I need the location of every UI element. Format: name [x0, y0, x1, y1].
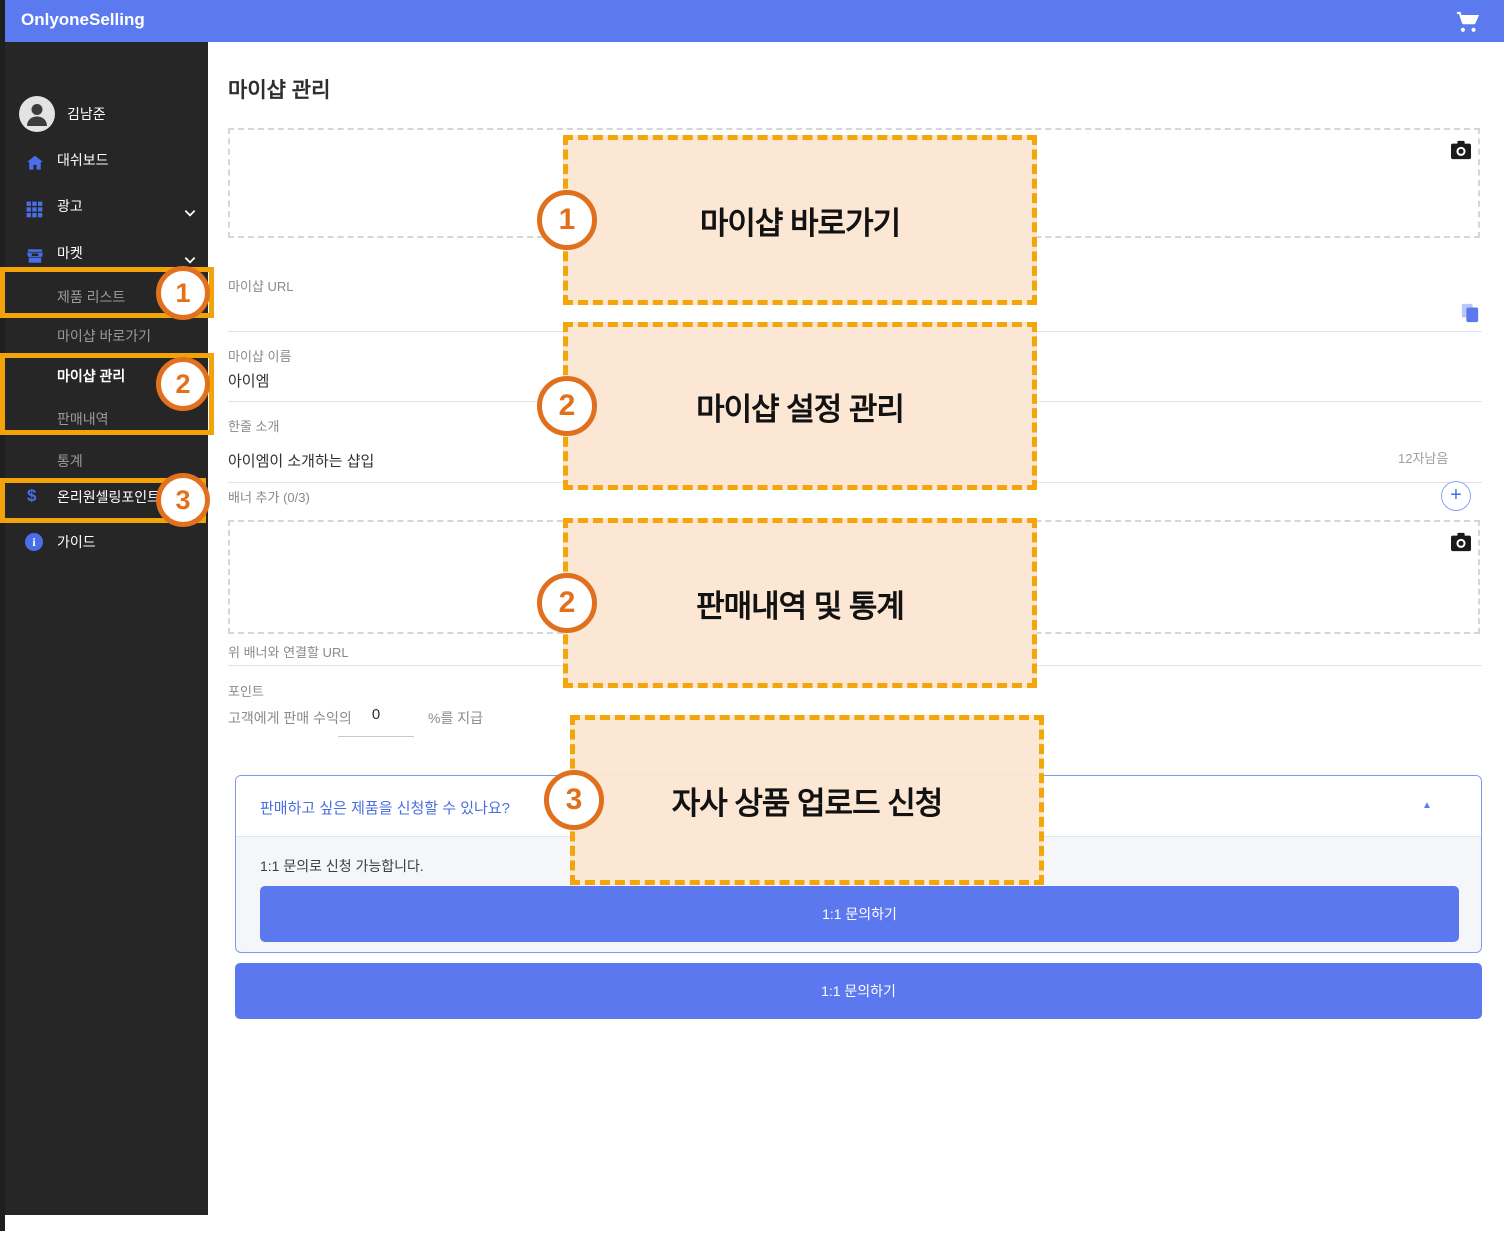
user-name: 김남준: [67, 104, 106, 124]
annotation-callout-number: 2: [537, 376, 597, 436]
page-title: 마이샵 관리: [228, 74, 330, 104]
top-header-bar: OnlyoneSelling: [5, 0, 1504, 42]
sidebar-item-label: 광고: [57, 188, 83, 224]
sidebar-user[interactable]: 김남준: [5, 94, 208, 134]
annotation-badge-3: 3: [156, 473, 210, 527]
faq-question: 판매하고 싶은 제품을 신청할 수 있나요?: [260, 797, 510, 818]
sidebar-item-label: 가이드: [57, 524, 96, 560]
point-label: 포인트: [228, 681, 264, 700]
annotation-callout-label: 마이샵 설정 관리: [696, 384, 904, 429]
grid-icon: [25, 196, 45, 216]
avatar: [19, 96, 55, 132]
store-icon: [25, 243, 45, 263]
camera-icon[interactable]: [1450, 140, 1472, 160]
shop-name-label: 마이샵 이름: [228, 346, 291, 365]
copy-icon[interactable]: [1460, 302, 1480, 324]
intro-input[interactable]: 아이엠이 소개하는 샵입: [228, 450, 374, 471]
input-underline: [338, 736, 414, 737]
annotation-callout-label: 판매내역 및 통계: [696, 581, 904, 626]
sidebar-item-dashboard[interactable]: 대쉬보드: [5, 142, 208, 178]
annotation-callout-2: 2 마이샵 설정 관리: [563, 322, 1037, 490]
annotation-callout-1: 1 마이샵 바로가기: [563, 135, 1037, 305]
banner-add-label: 배너 추가 (0/3): [228, 487, 310, 506]
cart-icon[interactable]: [1455, 8, 1481, 34]
info-icon: i: [25, 533, 43, 551]
chars-remaining: 12자남음: [1398, 448, 1448, 467]
sidebar-item-label: 마켓: [57, 235, 83, 271]
camera-icon[interactable]: [1450, 532, 1472, 552]
sidebar-item-guide[interactable]: i 가이드: [5, 524, 208, 560]
annotation-callout-4: 3 자사 상품 업로드 신청: [570, 715, 1044, 885]
chevron-down-icon: [183, 244, 197, 258]
annotation-badge-1: 1: [156, 266, 210, 320]
add-banner-button[interactable]: +: [1441, 481, 1471, 511]
shop-url-label: 마이샵 URL: [228, 276, 294, 295]
point-prefix-text: 고객에게 판매 수익의: [228, 708, 352, 728]
point-percent-input[interactable]: 0: [338, 706, 414, 723]
inquiry-button-bottom[interactable]: 1:1 문의하기: [235, 963, 1482, 1019]
caret-up-icon[interactable]: ▲: [1422, 800, 1432, 811]
annotation-callout-3: 2 판매내역 및 통계: [563, 518, 1037, 688]
shop-name-input[interactable]: 아이엠: [228, 370, 269, 391]
sidebar-item-myshop-shortcut[interactable]: 마이샵 바로가기: [5, 319, 208, 353]
sidebar-item-label: 대쉬보드: [57, 142, 109, 178]
intro-label: 한줄 소개: [228, 416, 279, 435]
faq-answer: 1:1 문의로 신청 가능합니다.: [260, 856, 424, 876]
brand-logo: OnlyoneSelling: [21, 10, 145, 30]
annotation-callout-number: 2: [537, 573, 597, 633]
app-window: OnlyoneSelling 김남준 대쉬보드 광고 마켓 제품 리스트: [0, 0, 1504, 1248]
annotation-callout-label: 자사 상품 업로드 신청: [672, 778, 943, 823]
inquiry-button[interactable]: 1:1 문의하기: [260, 886, 1459, 942]
sidebar-item-label: 마이샵 바로가기: [57, 319, 151, 353]
annotation-callout-number: 3: [544, 770, 604, 830]
annotation-callout-label: 마이샵 바로가기: [700, 198, 900, 243]
chevron-down-icon: [183, 197, 197, 211]
home-icon: [25, 150, 45, 170]
annotation-callout-number: 1: [537, 190, 597, 250]
sidebar-item-label: 통계: [57, 444, 83, 478]
sidebar-item-ads[interactable]: 광고: [5, 188, 208, 224]
annotation-badge-2: 2: [156, 357, 210, 411]
point-suffix-text: %를 지급: [428, 708, 483, 728]
sidebar-nav: 김남준 대쉬보드 광고 마켓 제품 리스트 마이샵 바로가기 마이샵 관리 판매…: [5, 42, 208, 1215]
banner-url-label: 위 배너와 연결할 URL: [228, 642, 349, 661]
